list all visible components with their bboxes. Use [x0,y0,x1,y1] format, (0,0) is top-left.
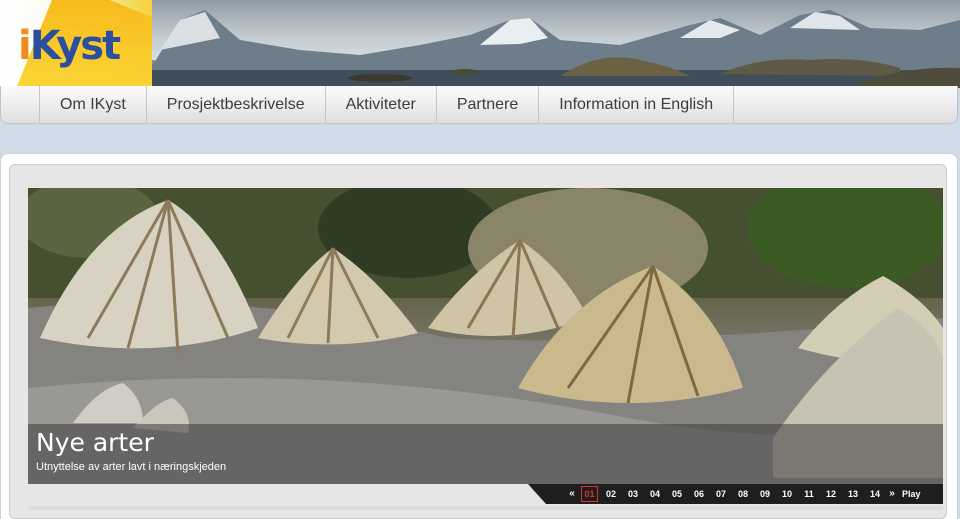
pager-prev-button[interactable]: « [566,487,578,501]
slideshow-bottom-strip [28,506,943,510]
nav-item-information-in-english[interactable]: Information in English [538,86,735,124]
pager-controls: « 01 02 03 04 05 06 07 08 09 10 11 12 13… [566,484,928,504]
slide-caption: Nye arter Utnyttelse av arter lavt i nær… [28,424,943,484]
pager-page-02[interactable]: 02 [600,487,622,501]
pager-page-07[interactable]: 07 [710,487,732,501]
logo-letter-i: i [18,23,32,69]
nav-item-prosjektbeskrivelse[interactable]: Prosjektbeskrivelse [145,86,325,124]
pager-page-10[interactable]: 10 [776,487,798,501]
nav-item-om-ikyst[interactable]: Om IKyst [39,86,146,124]
header-banner: iKyst [0,0,960,88]
pager-page-12[interactable]: 12 [820,487,842,501]
slide-title[interactable]: Nye arter [36,428,154,457]
pager-page-01[interactable]: 01 [581,486,598,502]
pager-page-09[interactable]: 09 [754,487,776,501]
slide-subtitle: Utnyttelse av arter lavt i næringskjeden [36,461,227,473]
logo-letters-kyst: Kyst [29,23,121,69]
site-logo[interactable]: iKyst [0,0,152,88]
nav-list: Om IKyst Prosjektbeskrivelse Aktiviteter… [39,86,735,124]
pager-page-08[interactable]: 08 [732,487,754,501]
island [451,69,479,75]
pager-play-button[interactable]: Play [898,487,928,501]
logo-wordmark: iKyst [18,23,121,69]
pager-page-11[interactable]: 11 [798,487,820,501]
pager-page-06[interactable]: 06 [688,487,710,501]
nav-item-partnere[interactable]: Partnere [435,86,538,124]
pager-page-05[interactable]: 05 [666,487,688,501]
pager-next-button[interactable]: » [886,487,898,501]
pager-page-03[interactable]: 03 [622,487,644,501]
pager-page-04[interactable]: 04 [644,487,666,501]
main-nav: Om IKyst Prosjektbeskrivelse Aktiviteter… [0,86,958,124]
pager-page-14[interactable]: 14 [864,487,886,501]
pager-page-13[interactable]: 13 [842,487,864,501]
island [348,74,412,82]
nav-item-aktiviteter[interactable]: Aktiviteter [324,86,436,124]
